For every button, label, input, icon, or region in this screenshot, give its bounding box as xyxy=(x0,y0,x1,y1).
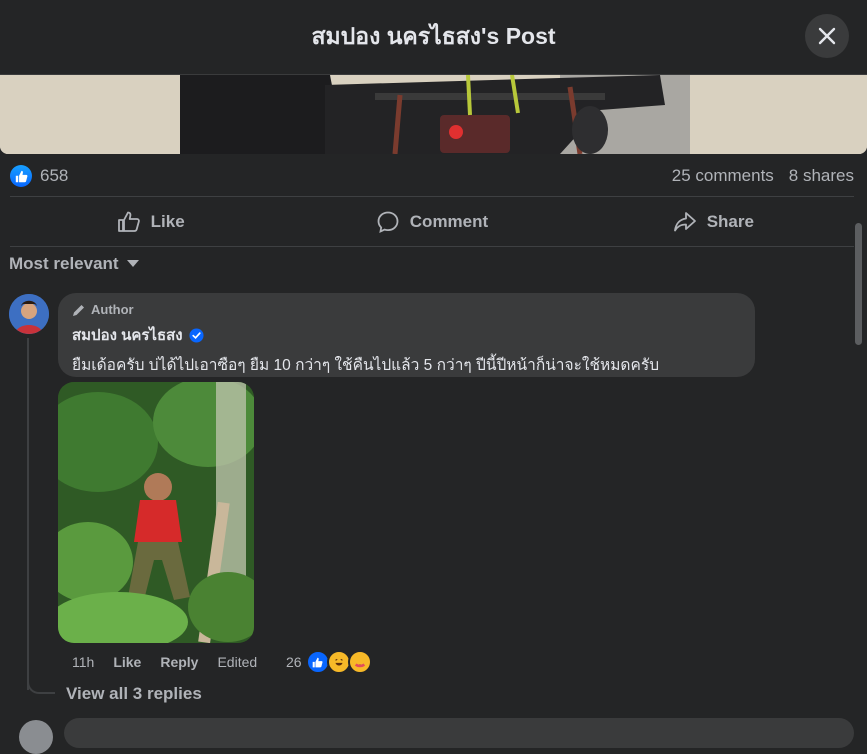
view-replies-link[interactable]: View all 3 replies xyxy=(66,684,202,704)
verified-badge-icon xyxy=(189,327,204,343)
avatar[interactable] xyxy=(9,294,49,334)
divider xyxy=(10,246,854,247)
share-icon xyxy=(673,212,696,232)
comment-label: Comment xyxy=(409,212,489,231)
sort-label: Most relevant xyxy=(9,254,119,273)
comment-reactions[interactable]: 26 xyxy=(286,650,372,674)
comments-count[interactable]: 25 comments xyxy=(672,166,774,186)
scrollbar[interactable] xyxy=(855,223,862,345)
comment-bubble xyxy=(64,718,854,748)
post-stats: 658 25 comments 8 shares xyxy=(10,160,854,192)
author-badge-label: Author xyxy=(91,302,134,317)
comment-meta: 11h Like Reply Edited xyxy=(72,652,276,672)
thread-line-curve xyxy=(27,674,55,694)
like-icon xyxy=(10,165,32,187)
care-reaction-icon xyxy=(347,650,372,674)
haha-reaction-icon xyxy=(326,650,351,674)
divider xyxy=(10,196,854,197)
post-action-bar: Like Comment Share xyxy=(10,198,854,246)
like-button[interactable]: Like xyxy=(10,210,291,234)
comment-sort-dropdown[interactable]: Most relevant xyxy=(9,254,139,274)
shares-count[interactable]: 8 shares xyxy=(789,166,854,186)
share-label: Share xyxy=(706,212,754,231)
comment-icon xyxy=(377,211,399,234)
dialog-title: สมปอง นครไธสง's Post xyxy=(311,23,556,49)
post-photo[interactable] xyxy=(0,75,867,154)
close-icon xyxy=(818,27,836,45)
comment-photo[interactable] xyxy=(58,382,254,643)
like-count: 658 xyxy=(40,166,69,185)
comment-edited-label: Edited xyxy=(217,654,258,670)
post-dialog-header: สมปอง นครไธสง's Post xyxy=(0,0,867,75)
comment-reply-button[interactable]: Reply xyxy=(160,654,198,670)
thread-line xyxy=(27,338,29,690)
avatar[interactable] xyxy=(19,720,53,754)
comment-text: ยืมเด้อครับ บ่ได้ไปเอาซือๆ ยืม 10 กว่าๆ … xyxy=(72,357,660,374)
like-label: Like xyxy=(150,212,185,231)
thumbs-up-icon xyxy=(117,211,140,232)
caret-down-icon xyxy=(126,260,139,267)
share-button[interactable]: Share xyxy=(573,210,854,234)
reaction-count: 26 xyxy=(286,654,302,670)
close-button[interactable] xyxy=(805,14,849,58)
comment-timestamp[interactable]: 11h xyxy=(72,654,94,670)
reaction-summary[interactable]: 658 xyxy=(10,165,68,187)
pencil-icon xyxy=(73,304,84,316)
comment-button[interactable]: Comment xyxy=(291,210,572,234)
comment-bubble: Author สมปอง นครไธสง ยืมเด้อครับ บ่ได้ไป… xyxy=(58,293,755,377)
author-badge: Author xyxy=(72,302,741,317)
like-reaction-icon xyxy=(305,650,330,674)
comment-like-button[interactable]: Like xyxy=(113,654,141,670)
commenter-name[interactable]: สมปอง นครไธสง xyxy=(72,323,183,347)
